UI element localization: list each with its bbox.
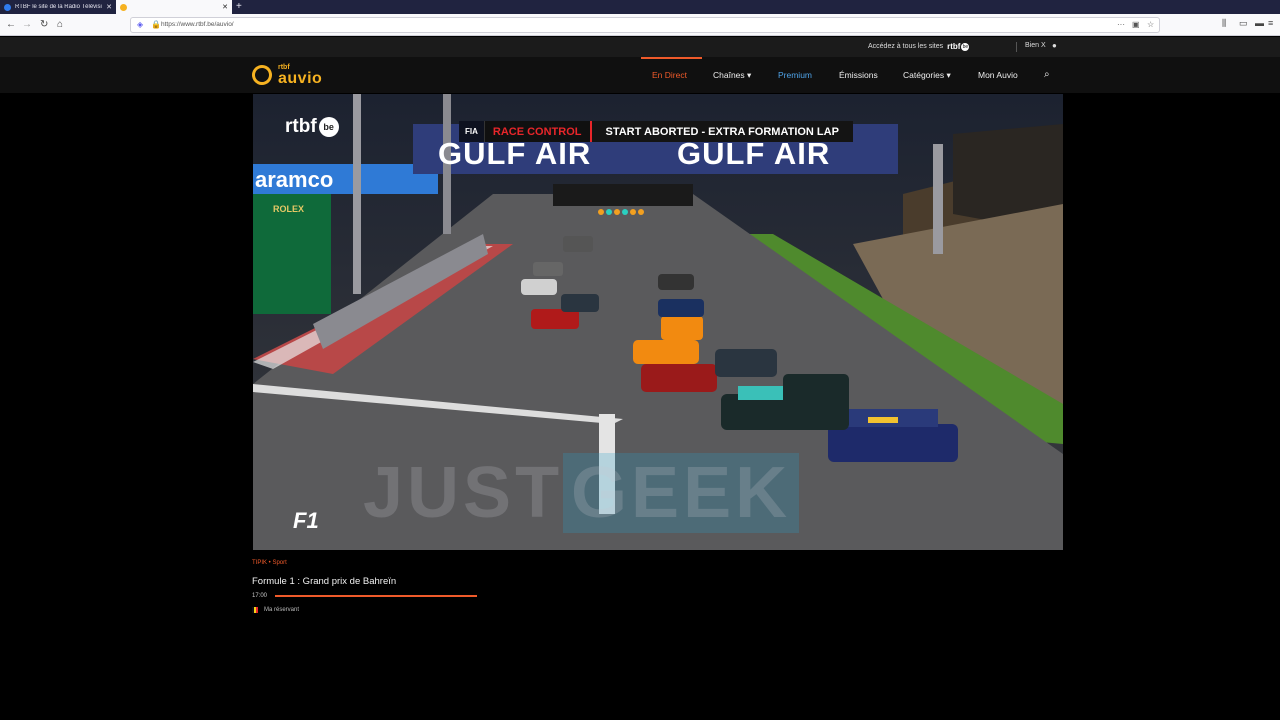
close-tab-icon[interactable]: ✕ <box>106 3 112 11</box>
program-title: Formule 1 : Grand prix de Bahreïn <box>252 576 397 587</box>
reader-icon[interactable]: ▣ <box>1132 20 1140 29</box>
nav-mon-auvio[interactable]: Mon Auvio <box>978 70 1018 80</box>
browser-tab-auvio[interactable]: ✕ <box>116 0 232 14</box>
gulf-air-sign-left: GULF AIR <box>438 136 592 171</box>
rtbf-favicon-icon <box>4 3 11 11</box>
extension-icon[interactable]: ▬ <box>1255 18 1264 28</box>
gulf-air-sign-right: GULF AIR <box>677 136 831 171</box>
nav-chaines[interactable]: Chaînes ▾ <box>713 70 751 81</box>
channel-logo-be: be <box>318 116 339 137</box>
program-time: 17:00 <box>252 593 268 599</box>
nav-categories[interactable]: Catégories ▾ <box>903 70 951 81</box>
watermark-geek: GEEK <box>563 453 800 533</box>
nav-emissions[interactable]: Émissions <box>839 70 878 80</box>
aramco-sign: aramco <box>255 167 334 192</box>
home-icon[interactable]: ⌂ <box>57 18 63 32</box>
back-icon[interactable]: ← <box>6 18 16 32</box>
user-name[interactable]: Bien X <box>1025 42 1046 49</box>
active-nav-indicator <box>641 57 702 59</box>
auvio-ring-icon <box>249 62 275 88</box>
channel-watermark: rtbf be <box>285 116 339 138</box>
lock-icon[interactable]: 🔒 <box>151 20 161 29</box>
shield-icon[interactable]: ◈ <box>137 20 143 29</box>
site-top-bar: Accédez à tous les sites rtbf be Bien X … <box>0 37 1280 57</box>
sidebar-icon[interactable]: ▭ <box>1239 18 1248 29</box>
nav-en-direct[interactable]: En Direct <box>652 70 687 80</box>
f1-logo: F1 <box>293 508 319 533</box>
library-icon[interactable]: ⫼ <box>1222 18 1226 29</box>
video-player[interactable]: rtbf be FIA RACE CONTROL START ABORTED - … <box>253 94 1063 550</box>
channel-logo-text: rtbf <box>285 116 317 137</box>
menu-icon[interactable]: ≡ <box>1268 18 1273 28</box>
all-sites-label: Accédez à tous les sites <box>868 43 944 50</box>
reload-icon[interactable]: ↻ <box>40 18 48 32</box>
browser-tab-bar: RTBF le site de la Radio Télévisi ✕ ✕ + <box>0 0 1280 14</box>
search-icon[interactable]: ⌕ <box>1044 69 1050 80</box>
site-header: rtbf auvio En Direct Chaînes ▾ Premium É… <box>0 57 1280 93</box>
new-tab-button[interactable]: + <box>236 1 242 13</box>
language-label: Ma réservant <box>264 607 300 613</box>
address-bar[interactable]: ◈ 🔒 https://www.rtbf.be/auvio/ ··· ▣ ☆ <box>130 17 1160 33</box>
more-icon[interactable]: ··· <box>1117 20 1125 29</box>
close-tab-icon[interactable]: ✕ <box>222 3 228 11</box>
watermark-just: JUST <box>363 453 564 533</box>
auvio-logo[interactable]: rtbf auvio <box>249 62 332 88</box>
all-sites-link[interactable]: Accédez à tous les sites rtbf be <box>868 42 970 51</box>
logo-big-text: auvio <box>278 70 323 87</box>
forward-icon[interactable]: → <box>22 18 32 32</box>
tab-title: RTBF le site de la Radio Télévisi <box>15 4 102 10</box>
be-badge: be <box>961 42 970 51</box>
belgian-flag-icon <box>252 607 258 613</box>
program-progress-fill <box>275 595 477 597</box>
rtbf-mini-logo: rtbf <box>947 42 961 51</box>
site-watermark: JUST GEEK <box>363 452 800 534</box>
program-progress-bar <box>275 595 477 597</box>
url-text[interactable]: https://www.rtbf.be/auvio/ <box>161 21 234 28</box>
divider <box>1016 42 1017 52</box>
nav-premium[interactable]: Premium <box>778 70 812 80</box>
browser-toolbar: ← → ↻ ⌂ ◈ 🔒 https://www.rtbf.be/auvio/ ·… <box>0 14 1280 36</box>
user-icon[interactable]: ● <box>1052 41 1057 50</box>
rolex-sign: ROLEX <box>273 204 305 214</box>
auvio-favicon-icon <box>120 3 127 11</box>
bookmark-star-icon[interactable]: ☆ <box>1147 20 1154 29</box>
program-meta[interactable]: TIPIK • Sport <box>252 560 287 566</box>
browser-tab-rtbf[interactable]: RTBF le site de la Radio Télévisi ✕ <box>0 0 116 14</box>
